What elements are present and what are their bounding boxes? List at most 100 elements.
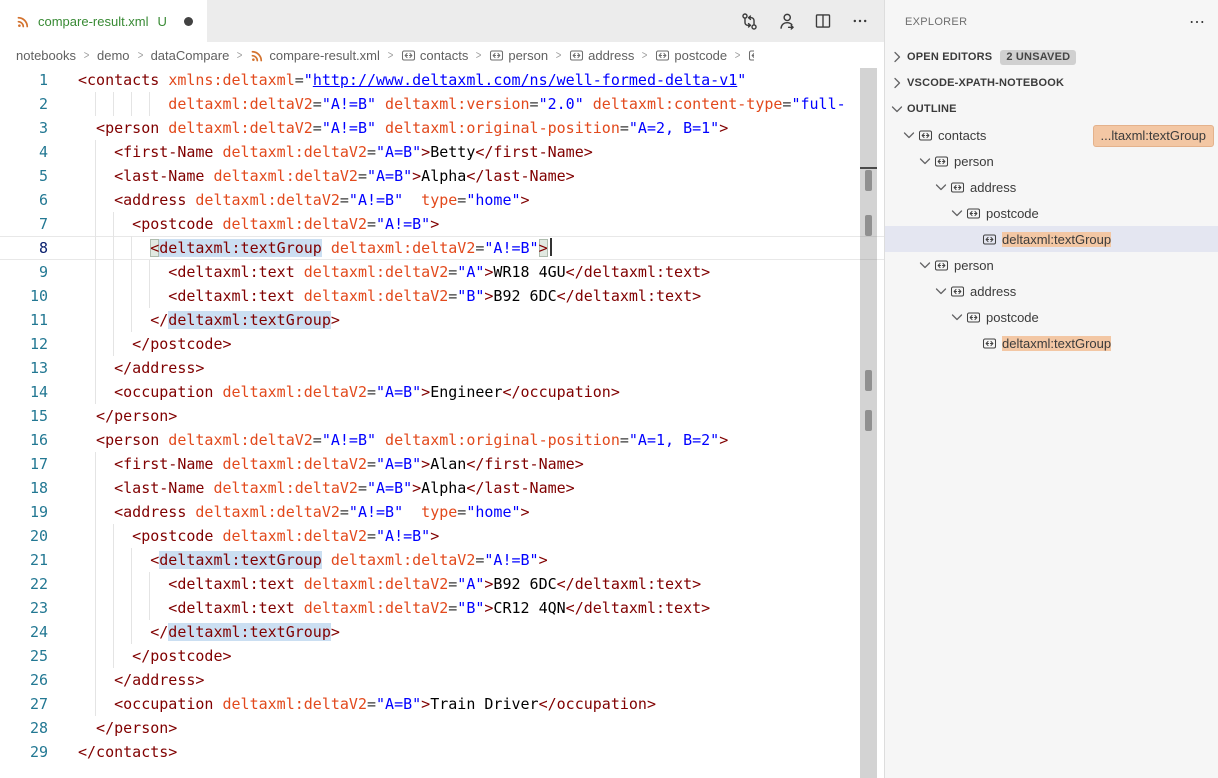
line-number[interactable]: 21 [0,548,48,572]
code-line[interactable]: 14<occupation deltaxml:deltaV2="A=B">Eng… [0,380,884,404]
code-line[interactable]: 9 <deltaxml:text deltaxml:deltaV2="A">WR1… [0,260,884,284]
line-number[interactable]: 27 [0,692,48,716]
code-line[interactable]: 11 </deltaxml:textGroup> [0,308,884,332]
breadcrumb-item[interactable]: demo [97,48,130,63]
tree-filter-badge: ...ltaxml:textGroup [1093,125,1214,147]
code-line[interactable]: 6<address deltaxml:deltaV2="A!=B" type="… [0,188,884,212]
line-number[interactable]: 29 [0,740,48,764]
outline-item-deltaxml-textgroup[interactable]: deltaxml:textGroup [885,330,1218,356]
code-line[interactable]: 23<deltaxml:text deltaxml:deltaV2="B">CR… [0,596,884,620]
code-line[interactable]: 26</address> [0,668,884,692]
line-number[interactable]: 14 [0,380,48,404]
line-content: <deltaxml:text deltaxml:deltaV2="A">WR18… [78,260,854,284]
code-line[interactable]: 8<deltaxml:textGroup deltaxml:deltaV2="A… [0,236,884,260]
line-number[interactable]: 9 [0,260,48,284]
outline-item-postcode[interactable]: postcode [885,304,1218,330]
line-number[interactable]: 22 [0,572,48,596]
code-line[interactable]: 1<contacts xmlns:deltaxml="http://www.de… [0,68,884,92]
line-number[interactable]: 20 [0,524,48,548]
breadcrumb-item[interactable]: dataCompare [151,48,230,63]
accessibility-icon[interactable] [776,11,796,31]
line-number[interactable]: 26 [0,668,48,692]
line-number[interactable]: 8 [0,236,48,260]
line-number[interactable]: 25 [0,644,48,668]
line-number[interactable]: 7 [0,212,48,236]
editor-scrollbar[interactable] [860,68,877,778]
code-line[interactable]: 7<postcode deltaxml:deltaV2="A!=B"> [0,212,884,236]
line-number[interactable]: 2 [0,92,48,116]
line-number[interactable]: 17 [0,452,48,476]
line-number[interactable]: 4 [0,140,48,164]
outline-item-address[interactable]: address [885,174,1218,200]
code-line[interactable]: 4 <first-Name deltaxml:deltaV2="A=B">Bett… [0,140,884,164]
line-content: </deltaxml:textGroup> [78,308,854,332]
breadcrumb-separator: > [556,48,562,62]
code-line[interactable]: 18<last-Name deltaxml:deltaV2="A=B">Alph… [0,476,884,500]
git-status-badge: U [158,14,167,29]
breadcrumb-item[interactable]: person [489,48,548,63]
tab-compare-result[interactable]: compare-result.xml U [0,0,207,42]
modified-dot-icon[interactable] [184,17,193,26]
line-number[interactable]: 28 [0,716,48,740]
line-number[interactable]: 15 [0,404,48,428]
sidebar-sections: OPEN EDITORS2 UNSAVED VSCODE-XPATH-NOTEB… [885,44,1218,122]
sidebar-section-open-editors[interactable]: OPEN EDITORS2 UNSAVED [885,44,1218,70]
line-number[interactable]: 3 [0,116,48,140]
line-content: <first-Name deltaxml:deltaV2="A=B">Betty… [78,140,854,164]
outline-item-person[interactable]: person [885,252,1218,278]
sidebar-section-vscode-xpath-notebook[interactable]: VSCODE-XPATH-NOTEBOOK [885,70,1218,96]
outline-item-deltaxml-textgroup[interactable]: deltaxml:textGroup [885,226,1218,252]
breadcrumb-label: notebooks [16,48,76,63]
line-number[interactable]: 18 [0,476,48,500]
line-number[interactable]: 16 [0,428,48,452]
line-number[interactable]: 5 [0,164,48,188]
outline-item-address[interactable]: address [885,278,1218,304]
code-line[interactable]: 25</postcode> [0,644,884,668]
chevron-down-icon [889,101,905,117]
code-line[interactable]: 27<occupation deltaxml:deltaV2="A=B">Tra… [0,692,884,716]
code-line[interactable]: 29</contacts> [0,740,884,764]
more-actions-icon[interactable] [850,11,870,31]
line-number[interactable]: 10 [0,284,48,308]
code-line[interactable]: 24 </deltaxml:textGroup> [0,620,884,644]
line-number[interactable]: 13 [0,356,48,380]
code-line[interactable]: 19<address deltaxml:deltaV2="A!=B" type=… [0,500,884,524]
xml-element-symbol-icon [981,231,997,247]
code-line[interactable]: 15</person> [0,404,884,428]
outline-item-person[interactable]: person [885,148,1218,174]
code-line[interactable]: 20<postcode deltaxml:deltaV2="A!=B"> [0,524,884,548]
code-line[interactable]: 10<deltaxml:text deltaxml:deltaV2="B">B9… [0,284,884,308]
line-content: </deltaxml:textGroup> [78,620,854,644]
code-line[interactable]: 2deltaxml:deltaV2="A!=B" deltaxml:versio… [0,92,884,116]
breadcrumb-item[interactable]: address [569,48,634,63]
code-line[interactable]: 12</postcode> [0,332,884,356]
line-number[interactable]: 19 [0,500,48,524]
breadcrumb-item[interactable] [748,48,754,63]
sidebar-more-actions-icon[interactable]: ⋯ [1189,12,1206,32]
code-line[interactable]: 22<deltaxml:text deltaxml:deltaV2="A">B9… [0,572,884,596]
code-line[interactable]: 17<first-Name deltaxml:deltaV2="A=B">Ala… [0,452,884,476]
split-editor-icon[interactable] [813,11,833,31]
sidebar-section-outline[interactable]: OUTLINE [885,96,1218,122]
line-number[interactable]: 1 [0,68,48,92]
code-line[interactable]: 16<person deltaxml:deltaV2="A!=B" deltax… [0,428,884,452]
breadcrumb-item[interactable]: postcode [655,48,727,63]
line-content: </person> [78,716,854,740]
outline-item-label: postcode [986,310,1039,325]
line-number[interactable]: 6 [0,188,48,212]
line-number[interactable]: 23 [0,596,48,620]
code-line[interactable]: 3<person deltaxml:deltaV2="A!=B" deltaxm… [0,116,884,140]
code-line[interactable]: 5<last-Name deltaxml:deltaV2="A=B">Alpha… [0,164,884,188]
breadcrumb-item[interactable]: contacts [401,48,468,63]
line-number[interactable]: 11 [0,308,48,332]
line-number[interactable]: 12 [0,332,48,356]
code-editor[interactable]: 1<contacts xmlns:deltaxml="http://www.de… [0,68,884,778]
outline-item-postcode[interactable]: postcode [885,200,1218,226]
breadcrumb-item[interactable]: notebooks [16,48,76,63]
open-changes-icon[interactable] [739,11,759,31]
line-number[interactable]: 24 [0,620,48,644]
code-line[interactable]: 21<deltaxml:textGroup deltaxml:deltaV2="… [0,548,884,572]
code-line[interactable]: 13</address> [0,356,884,380]
breadcrumb-item[interactable]: compare-result.xml [250,48,380,63]
code-line[interactable]: 28 </person> [0,716,884,740]
